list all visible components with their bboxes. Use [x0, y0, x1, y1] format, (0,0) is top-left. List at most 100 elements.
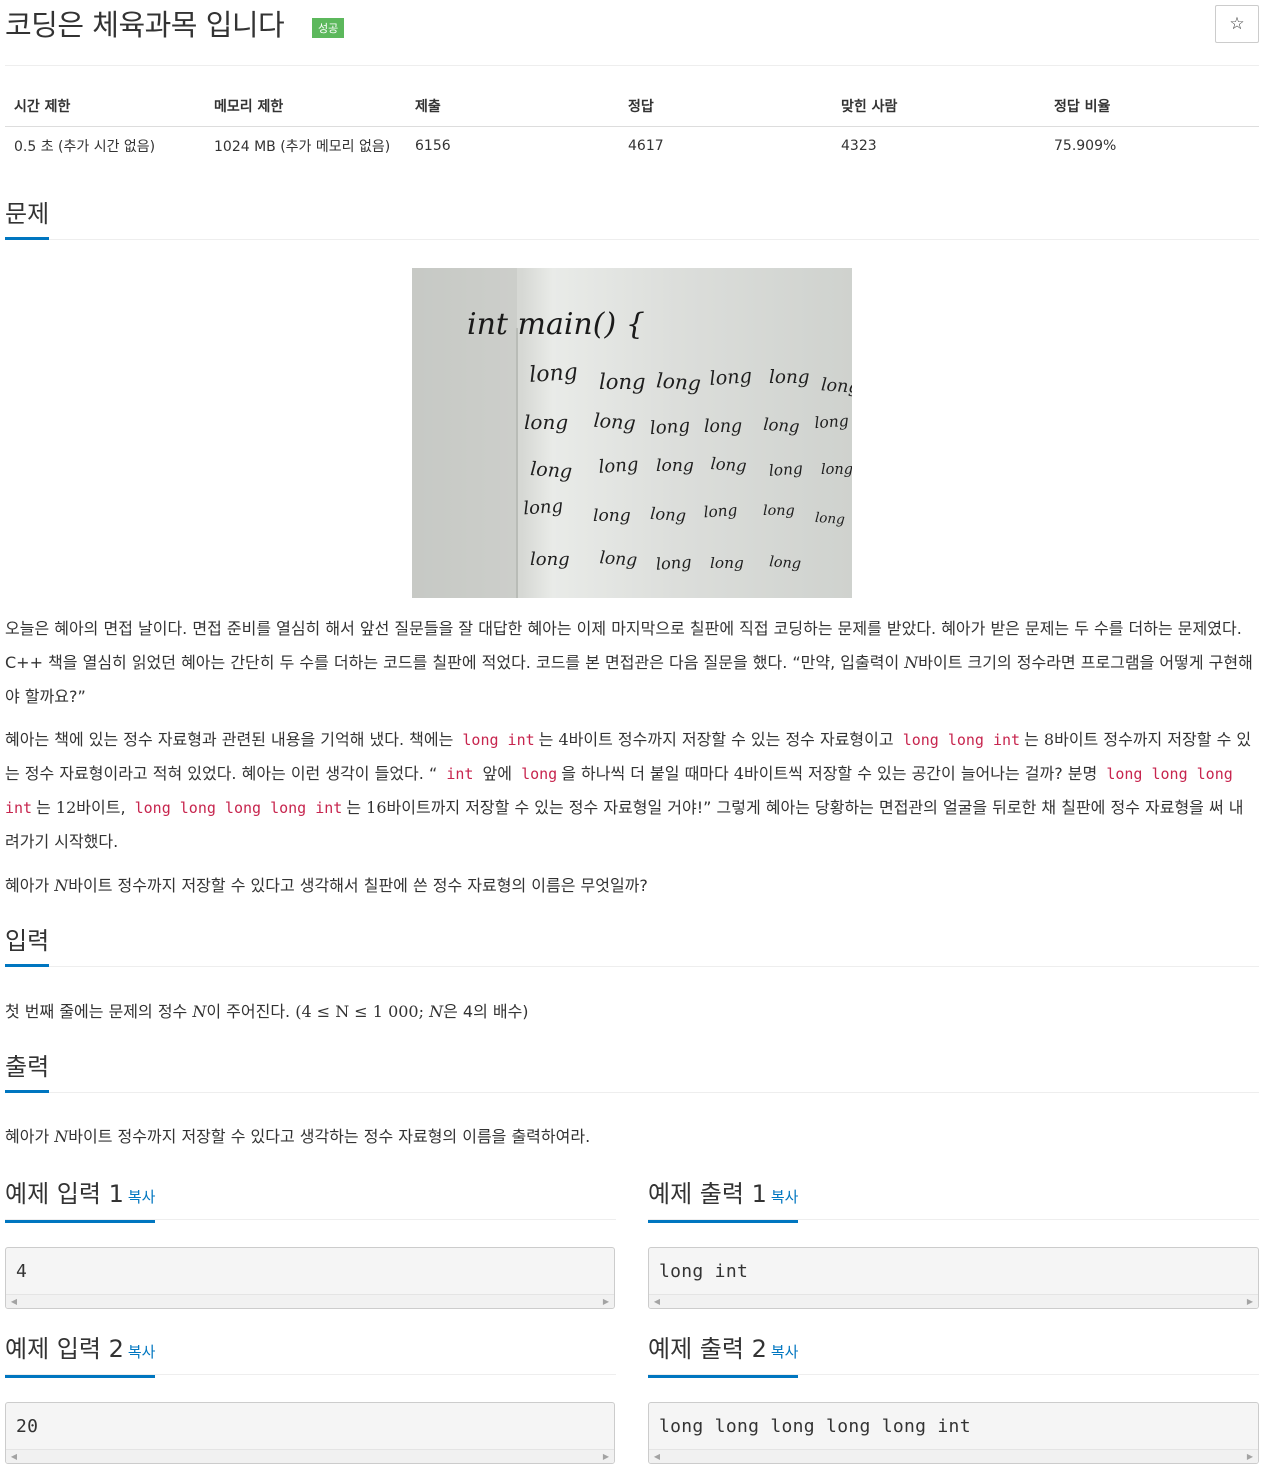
- header-accept-ratio: 정답 비율: [1045, 87, 1259, 127]
- output-headline: 출력: [5, 1053, 1259, 1093]
- sample-input-1-box[interactable]: 4 ◀ ▶: [5, 1247, 615, 1309]
- info-header-row: 시간 제한 메모리 제한 제출 정답 맞힌 사람 정답 비율: [5, 87, 1259, 127]
- output-text-a: 혜아가: [5, 1127, 55, 1146]
- sample-output-1-headline: 예제 출력 1 복사: [648, 1180, 1259, 1223]
- board-long-word: long: [530, 458, 573, 483]
- board-long-word: long: [593, 506, 631, 526]
- header-submissions: 제출: [406, 87, 619, 127]
- horizontal-scrollbar[interactable]: ◀ ▶: [649, 1449, 1258, 1463]
- copy-sample-output-1-button[interactable]: 복사: [771, 1188, 799, 1206]
- board-long-word: long: [528, 360, 578, 388]
- input-text-c: 은 4의 배수): [443, 1002, 529, 1021]
- favorite-button[interactable]: ☆: [1215, 5, 1259, 43]
- description-heading: 문제: [5, 200, 50, 240]
- board-long-word: long: [524, 410, 568, 434]
- input-text-a: 첫 번째 줄에는 문제의 정수: [5, 1002, 193, 1021]
- header-solved-users: 맞힌 사람: [832, 87, 1045, 127]
- p3-var-n: N: [54, 876, 69, 895]
- accepted-value: 4617: [628, 137, 664, 154]
- scroll-right-icon[interactable]: ▶: [600, 1452, 612, 1461]
- board-long-word: long: [769, 554, 802, 572]
- board-long-word: long: [599, 548, 638, 571]
- board-long-word: long: [598, 454, 639, 478]
- scroll-right-icon[interactable]: ▶: [1244, 1452, 1256, 1461]
- p2-math: 8: [1043, 730, 1055, 749]
- sample-input-1-text: 4: [16, 1261, 28, 1282]
- board-long-word: long: [710, 554, 744, 572]
- p2-math: 12: [55, 798, 77, 817]
- header-time-limit: 시간 제한: [5, 87, 205, 127]
- horizontal-scrollbar[interactable]: ◀ ▶: [6, 1294, 614, 1308]
- copy-sample-input-1-button[interactable]: 복사: [128, 1188, 156, 1206]
- p3-text-b: 바이트 정수까지 저장할 수 있다고 생각해서 칠판에 쓴 정수 자료형의 이름…: [68, 876, 648, 895]
- output-heading: 출력: [5, 1053, 50, 1093]
- solved-users-value: 4323: [841, 137, 877, 154]
- code-long-long-int: long long int: [902, 731, 1021, 749]
- scroll-right-icon[interactable]: ▶: [600, 1297, 612, 1306]
- p2-text: 는: [1024, 730, 1039, 749]
- horizontal-scrollbar[interactable]: ◀ ▶: [6, 1449, 614, 1463]
- scroll-right-icon[interactable]: ▶: [1244, 1297, 1256, 1306]
- board-long-word: long: [709, 364, 753, 390]
- sample-output-2-text: long long long long long int: [659, 1416, 971, 1437]
- board-long-word: long: [593, 409, 637, 435]
- p2-text: 앞에: [482, 764, 512, 783]
- header-accepted: 정답: [619, 87, 832, 127]
- board-long-word: long: [523, 496, 564, 520]
- copy-sample-input-2-button[interactable]: 복사: [128, 1343, 156, 1361]
- input-constraint: (4 ≤ N ≤ 1 000;: [295, 1002, 430, 1021]
- header-memory-limit: 메모리 제한: [205, 87, 406, 127]
- problem-info-table: 시간 제한 메모리 제한 제출 정답 맞힌 사람 정답 비율 0.5 초 (추가…: [5, 87, 1259, 165]
- submissions-value: 6156: [415, 137, 451, 154]
- p2-text: 는: [538, 730, 554, 749]
- p2-text: 을 하나씩 더 붙일 때마다: [561, 764, 729, 783]
- code-long-long-long-long-int: long long long long int: [134, 799, 343, 817]
- description-headline: 문제: [5, 200, 1259, 240]
- p2-text: 는: [36, 798, 51, 817]
- input-heading: 입력: [5, 927, 50, 967]
- board-long-word: long: [710, 454, 747, 475]
- scroll-left-icon[interactable]: ◀: [8, 1452, 20, 1461]
- scroll-left-icon[interactable]: ◀: [651, 1452, 663, 1461]
- info-value-row: 0.5 초 (추가 시간 없음) 1024 MB (추가 메모리 없음) 615…: [5, 126, 1259, 165]
- description-paragraph-3: 혜아가 N바이트 정수까지 저장할 수 있다고 생각해서 칠판에 쓴 정수 자료…: [5, 869, 1258, 903]
- whiteboard-image: int main() { long long long long long long lon…: [412, 268, 852, 598]
- sample-output-1-text: long int: [659, 1261, 749, 1282]
- input-var-n: N: [429, 1002, 444, 1021]
- problem-page: 코딩은 체육과목 입니다 성공 ☆ 시간 제한 메모리 제한 제출 정답 맞힌 …: [0, 0, 1265, 1473]
- board-long-word: long: [763, 503, 795, 519]
- sample-output-1-box[interactable]: long int ◀ ▶: [648, 1247, 1259, 1309]
- memory-limit-value: 1024 MB (추가 메모리 없음): [214, 138, 391, 155]
- sample-input-2-box[interactable]: 20 ◀ ▶: [5, 1402, 615, 1464]
- sample-input-2-title: 예제 입력 2: [5, 1335, 124, 1363]
- copy-sample-output-2-button[interactable]: 복사: [771, 1343, 799, 1361]
- time-limit-value: 0.5 초 (추가 시간 없음): [14, 138, 156, 155]
- board-long-words: long long long long long long long long long long…: [523, 360, 852, 574]
- p3-text-a: 혜아가: [5, 876, 55, 895]
- board-long-word: long: [656, 368, 702, 395]
- p2-text: 혜아는 책에 있는 정수 자료형과 관련된 내용을 기억해 냈다. 책에는: [5, 730, 454, 749]
- input-headline: 입력: [5, 927, 1259, 967]
- board-long-word: long: [656, 456, 694, 476]
- board-long-word: long: [814, 510, 845, 528]
- scroll-left-icon[interactable]: ◀: [8, 1297, 20, 1306]
- sample-input-1-title: 예제 입력 1: [5, 1180, 124, 1208]
- code-long: long: [521, 765, 558, 783]
- p2-text: 바이트씩 저장할 수 있는 공간이 늘어나는 걸까? 분명: [744, 764, 1098, 783]
- sample-output-2-headline: 예제 출력 2 복사: [648, 1335, 1259, 1378]
- sample-output-2-heading: 예제 출력 2 복사: [648, 1335, 799, 1378]
- horizontal-scrollbar[interactable]: ◀ ▶: [649, 1294, 1258, 1308]
- sample-input-1-headline: 예제 입력 1 복사: [5, 1180, 616, 1223]
- board-long-word: long: [704, 417, 742, 437]
- star-icon: ☆: [1229, 14, 1245, 34]
- board-long-word: long: [703, 501, 738, 521]
- code-int: int: [446, 765, 474, 783]
- sample-input-2-headline: 예제 입력 2 복사: [5, 1335, 616, 1378]
- sample-output-2-box[interactable]: long long long long long int ◀ ▶: [648, 1402, 1259, 1464]
- output-var-n: N: [54, 1127, 69, 1146]
- input-var-n: N: [192, 1002, 207, 1021]
- scroll-left-icon[interactable]: ◀: [651, 1297, 663, 1306]
- p1-var-n: N: [904, 653, 919, 672]
- problem-title: 코딩은 체육과목 입니다: [5, 8, 285, 42]
- description-paragraph-2: 혜아는 책에 있는 정수 자료형과 관련된 내용을 기억해 냈다. 책에는 lo…: [5, 723, 1258, 859]
